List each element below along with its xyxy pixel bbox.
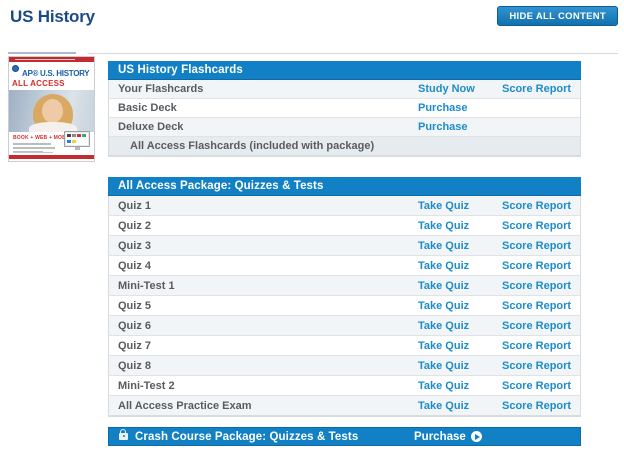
row-label: Quiz 4 (118, 260, 151, 272)
crash-course-bar: Crash Course Package: Quizzes & Tests Pu… (108, 427, 581, 446)
score-report-link[interactable]: Score Report (502, 220, 571, 232)
row-label: Quiz 8 (118, 360, 151, 372)
book-cover-top-banner (9, 57, 94, 62)
book-cover-photo (9, 90, 94, 132)
row-label: Quiz 5 (118, 300, 151, 312)
row-label: Quiz 1 (118, 200, 151, 212)
score-report-link[interactable]: Score Report (502, 300, 571, 312)
take-quiz-link[interactable]: Take Quiz (418, 400, 469, 412)
play-arrow-icon (471, 431, 482, 442)
study-center-page: US History HIDE ALL CONTENT AP® U.S. HIS… (0, 0, 624, 451)
row-label: Mini-Test 2 (118, 380, 175, 392)
sections: US History Flashcards Your Flashcards Stud… (108, 61, 581, 437)
section-all-access-package-quizzes-tests: All Access Package: Quizzes & TestsQuiz … (108, 177, 581, 417)
laptop-graphic (64, 131, 90, 147)
book-series-title: AP® U.S. HISTORY (22, 69, 92, 78)
table-row: Quiz 4 Take Quiz Score Report (109, 256, 580, 276)
publisher-logo-icon (12, 65, 19, 72)
crash-course-title: Crash Course Package: Quizzes & Tests (135, 431, 358, 443)
row-label: Quiz 6 (118, 320, 151, 332)
score-report-link[interactable]: Score Report (502, 380, 571, 392)
table-row: Your Flashcards Study Now Score Report (109, 80, 580, 99)
table-row: Quiz 1 Take Quiz Score Report (109, 196, 580, 216)
table-row: Basic Deck Purchase (109, 99, 580, 118)
score-report-link[interactable]: Score Report (502, 280, 571, 292)
table-row: Quiz 5 Take Quiz Score Report (109, 296, 580, 316)
row-label: Deluxe Deck (118, 121, 183, 133)
row-label: Basic Deck (118, 102, 177, 114)
header-divider-accent (8, 52, 76, 54)
row-label: Your Flashcards (118, 83, 203, 95)
table-row: All Access Flashcards (included with pac… (109, 137, 580, 156)
table-row: All Access Practice Exam Take Quiz Score R… (109, 396, 580, 416)
row-label: All Access Practice Exam (118, 400, 252, 412)
book-edition-title: ALL ACCESS (12, 79, 92, 88)
take-quiz-link[interactable]: Take Quiz (418, 360, 469, 372)
take-quiz-link[interactable]: Take Quiz (418, 300, 469, 312)
score-report-link[interactable]: Score Report (502, 400, 571, 412)
score-report-link[interactable]: Score Report (502, 240, 571, 252)
take-quiz-link[interactable]: Take Quiz (418, 320, 469, 332)
crash-course-purchase-link[interactable]: Purchase (414, 431, 482, 443)
section-us-history-flashcards: US History Flashcards Your Flashcards Stud… (108, 61, 581, 157)
take-quiz-link[interactable]: Take Quiz (418, 240, 469, 252)
score-report-link[interactable]: Score Report (502, 260, 571, 272)
purchase-link[interactable]: Purchase (418, 102, 468, 114)
book-cover: AP® U.S. HISTORY ALL ACCESS BOOK + WEB +… (8, 56, 95, 162)
row-label: Quiz 2 (118, 220, 151, 232)
row-label: Mini-Test 1 (118, 280, 175, 292)
row-label: All Access Flashcards (included with pac… (130, 140, 374, 152)
table-row: Quiz 8 Take Quiz Score Report (109, 356, 580, 376)
table-row: Mini-Test 2 Take Quiz Score Report (109, 376, 580, 396)
take-quiz-link[interactable]: Take Quiz (418, 280, 469, 292)
score-report-link[interactable]: Score Report (502, 320, 571, 332)
section-header: All Access Package: Quizzes & Tests (108, 177, 581, 196)
table-row: Quiz 3 Take Quiz Score Report (109, 236, 580, 256)
table-row: Mini-Test 1 Take Quiz Score Report (109, 276, 580, 296)
header-divider (88, 53, 618, 54)
purchase-link[interactable]: Purchase (418, 121, 468, 133)
page-title: US History (10, 7, 95, 27)
take-quiz-link[interactable]: Take Quiz (418, 260, 469, 272)
section-header: US History Flashcards (108, 61, 581, 80)
purchase-label: Purchase (414, 431, 466, 443)
row-label: Quiz 7 (118, 340, 151, 352)
table-row: Deluxe Deck Purchase (109, 118, 580, 137)
row-label: Quiz 3 (118, 240, 151, 252)
hide-all-content-button[interactable]: HIDE ALL CONTENT (497, 6, 618, 26)
take-quiz-link[interactable]: Take Quiz (418, 200, 469, 212)
table-row: Quiz 2 Take Quiz Score Report (109, 216, 580, 236)
book-cover-footer-text (13, 152, 53, 153)
study-now-link[interactable]: Study Now (418, 83, 475, 95)
score-report-link[interactable]: Score Report (502, 360, 571, 372)
take-quiz-link[interactable]: Take Quiz (418, 380, 469, 392)
book-cover-bottom-banner (9, 155, 94, 159)
table-row: Quiz 6 Take Quiz Score Report (109, 316, 580, 336)
score-report-link[interactable]: Score Report (502, 340, 571, 352)
score-report-link[interactable]: Score Report (502, 83, 571, 95)
lock-icon (119, 433, 128, 440)
take-quiz-link[interactable]: Take Quiz (418, 220, 469, 232)
score-report-link[interactable]: Score Report (502, 200, 571, 212)
take-quiz-link[interactable]: Take Quiz (418, 340, 469, 352)
table-row: Quiz 7 Take Quiz Score Report (109, 336, 580, 356)
